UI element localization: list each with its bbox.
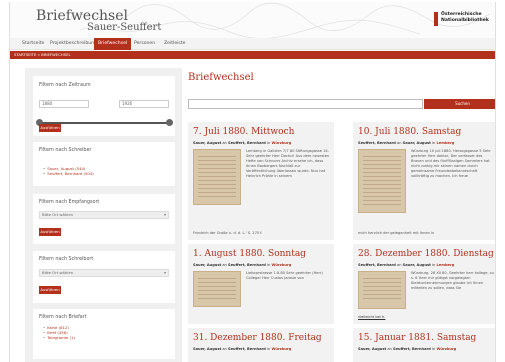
letter-title[interactable]: 7. Juli 1880. Mittwoch: [193, 127, 294, 137]
letter-footer: Friedrich der Große u. d. d. L.' S. 270 …: [193, 231, 263, 235]
letter-footer: mich herzlich der gelegenheit mit Ihnen …: [358, 231, 435, 235]
letter-meta: Sauer, August an Seuffert, Bernhard in W…: [358, 347, 457, 351]
onb-logo[interactable]: Österreichische Nationalbibliothek: [434, 12, 489, 26]
nav-startseite[interactable]: Startseite: [18, 38, 48, 50]
letter-meta: Sauer, August an Seuffert, Bernhard in W…: [193, 347, 292, 351]
filter-empfangsort-title: Filtern nach Empfangsort: [39, 200, 100, 205]
letter-thumbnail[interactable]: [193, 271, 241, 307]
nav-briefwechsel[interactable]: Briefwechsel: [94, 38, 132, 50]
letter-footer: vielleicht bei h.: [358, 315, 386, 319]
schreibort-placeholder: Bitte Ort wählen: [42, 270, 74, 275]
letter-excerpt: Lieboprstrasse 1.8.80 Sehr geehrter (Her…: [246, 271, 323, 280]
letter-card[interactable]: 1. August 1880. Sonntag Sauer, August an…: [188, 244, 334, 324]
chevron-down-icon: ▾: [163, 212, 166, 217]
empfangsort-select[interactable]: Bitte Ort wählen ▾: [39, 211, 169, 219]
letter-card[interactable]: 28. Dezember 1880. Dienstag Seuffert, Be…: [353, 244, 495, 324]
letter-title[interactable]: 28. Dezember 1880. Dienstag: [358, 249, 494, 259]
letter-card[interactable]: 15. Januar 1881. Samstag Sauer, August a…: [353, 328, 495, 362]
filter-schreiber-title: Filtern nach Schreiber: [39, 148, 92, 153]
schreiber-seuffert[interactable]: Seuffert, Bernhard (504): [43, 171, 93, 176]
letter-title[interactable]: 31. Dezember 1880. Freitag: [193, 333, 322, 343]
apply-schreibort-button[interactable]: Ausführen: [39, 286, 61, 294]
search-button[interactable]: Suchen: [424, 99, 495, 109]
logo-line2: Nationalbibliothek: [441, 17, 489, 23]
letter-meta: Sauer, August an Seuffert, Bernhard in W…: [193, 141, 292, 145]
empfangsort-placeholder: Bitte Ort wählen: [42, 212, 74, 217]
schreibort-select[interactable]: Bitte Ort wählen ▾: [39, 269, 169, 277]
site-title[interactable]: Briefwechsel: [36, 9, 128, 23]
letter-title[interactable]: 1. August 1880. Sonntag: [193, 249, 306, 259]
filter-briefart-panel: Filtern nach Briefart Karte (812) Brief …: [33, 309, 175, 359]
date-slider-end-handle[interactable]: [166, 119, 173, 126]
letter-card[interactable]: 7. Juli 1880. Mittwoch Sauer, August an …: [188, 122, 334, 240]
letter-title[interactable]: 15. Januar 1881. Samstag: [358, 333, 476, 343]
letter-thumbnail[interactable]: [358, 149, 406, 213]
filter-briefart-title: Filtern nach Briefart: [39, 315, 87, 320]
chevron-down-icon: ▾: [163, 270, 166, 275]
date-to-input[interactable]: 1926: [119, 100, 169, 108]
page-frame: Briefwechsel Sauer-Seuffert Österreichis…: [9, 2, 496, 362]
filter-schreibort-panel: Filtern nach Schreibort Bitte Ort wählen…: [33, 251, 175, 303]
date-from-input[interactable]: 1880: [39, 100, 89, 108]
filter-schreiber-panel: Filtern nach Schreiber Sauer, August (54…: [33, 142, 175, 186]
logo-line1: Österreichische: [441, 12, 482, 17]
schreiber-list: Sauer, August (544) Seuffert, Bernhard (…: [43, 166, 93, 176]
filter-sidebar: Filtern nach Zeitraum 1880 1926 Ausführe…: [25, 68, 182, 362]
briefart-list: Karte (812) Brief (456) Telegramm (1): [43, 325, 75, 340]
breadcrumb: STARTSEITE » BRIEFWECHSEL: [10, 51, 495, 59]
main-nav: Startseite Projektbeschreibung Briefwech…: [10, 38, 495, 50]
filter-empfangsort-panel: Filtern nach Empfangsort Bitte Ort wähle…: [33, 194, 175, 244]
letter-meta: Seuffert, Bernhard an Sauer, August in L…: [358, 141, 455, 145]
letter-title[interactable]: 10. Juli 1880. Samstag: [358, 127, 461, 137]
apply-empfangsort-button[interactable]: Ausführen: [39, 228, 61, 236]
letter-excerpt: Würzburg. 28 XII 80. Geehrter herr kolle…: [411, 271, 494, 290]
site-subtitle[interactable]: Sauer-Seuffert: [87, 22, 161, 33]
search-input[interactable]: [188, 99, 423, 109]
briefart-telegramm[interactable]: Telegramm (1): [43, 335, 75, 340]
filter-schreibort-title: Filtern nach Schreibort: [39, 257, 94, 262]
letter-thumbnail[interactable]: [358, 271, 406, 309]
letter-excerpt: Würzburg 10 juli 1880. Herzogsgasse 5 Se…: [411, 149, 491, 178]
letter-thumbnail[interactable]: [193, 149, 241, 205]
letter-card[interactable]: 31. Dezember 1880. Freitag Sauer, August…: [188, 328, 334, 362]
nav-projektbeschreibung[interactable]: Projektbeschreibung: [46, 38, 101, 50]
nav-personen[interactable]: Personen: [130, 38, 159, 50]
letter-meta: Sauer, August an Seuffert, Bernhard in W…: [193, 263, 292, 267]
site-header: Briefwechsel Sauer-Seuffert Österreichis…: [10, 2, 495, 38]
letter-meta: Seuffert, Bernhard an Sauer, August in L…: [358, 263, 455, 267]
filter-zeitraum-title: Filtern nach Zeitraum: [39, 83, 91, 88]
breadcrumb-text[interactable]: STARTSEITE » BRIEFWECHSEL: [14, 51, 71, 59]
apply-zeitraum-button[interactable]: Ausführen: [39, 124, 61, 132]
page-title: Briefwechsel: [188, 72, 254, 83]
logo-mark-icon: [434, 12, 438, 26]
nav-zeitleiste[interactable]: Zeitleiste: [160, 38, 189, 50]
letter-card[interactable]: 10. Juli 1880. Samstag Seuffert, Bernhar…: [353, 122, 495, 240]
letter-excerpt: Lemberg in Galizien 7/7 80 Stiftungsgass…: [246, 149, 330, 178]
